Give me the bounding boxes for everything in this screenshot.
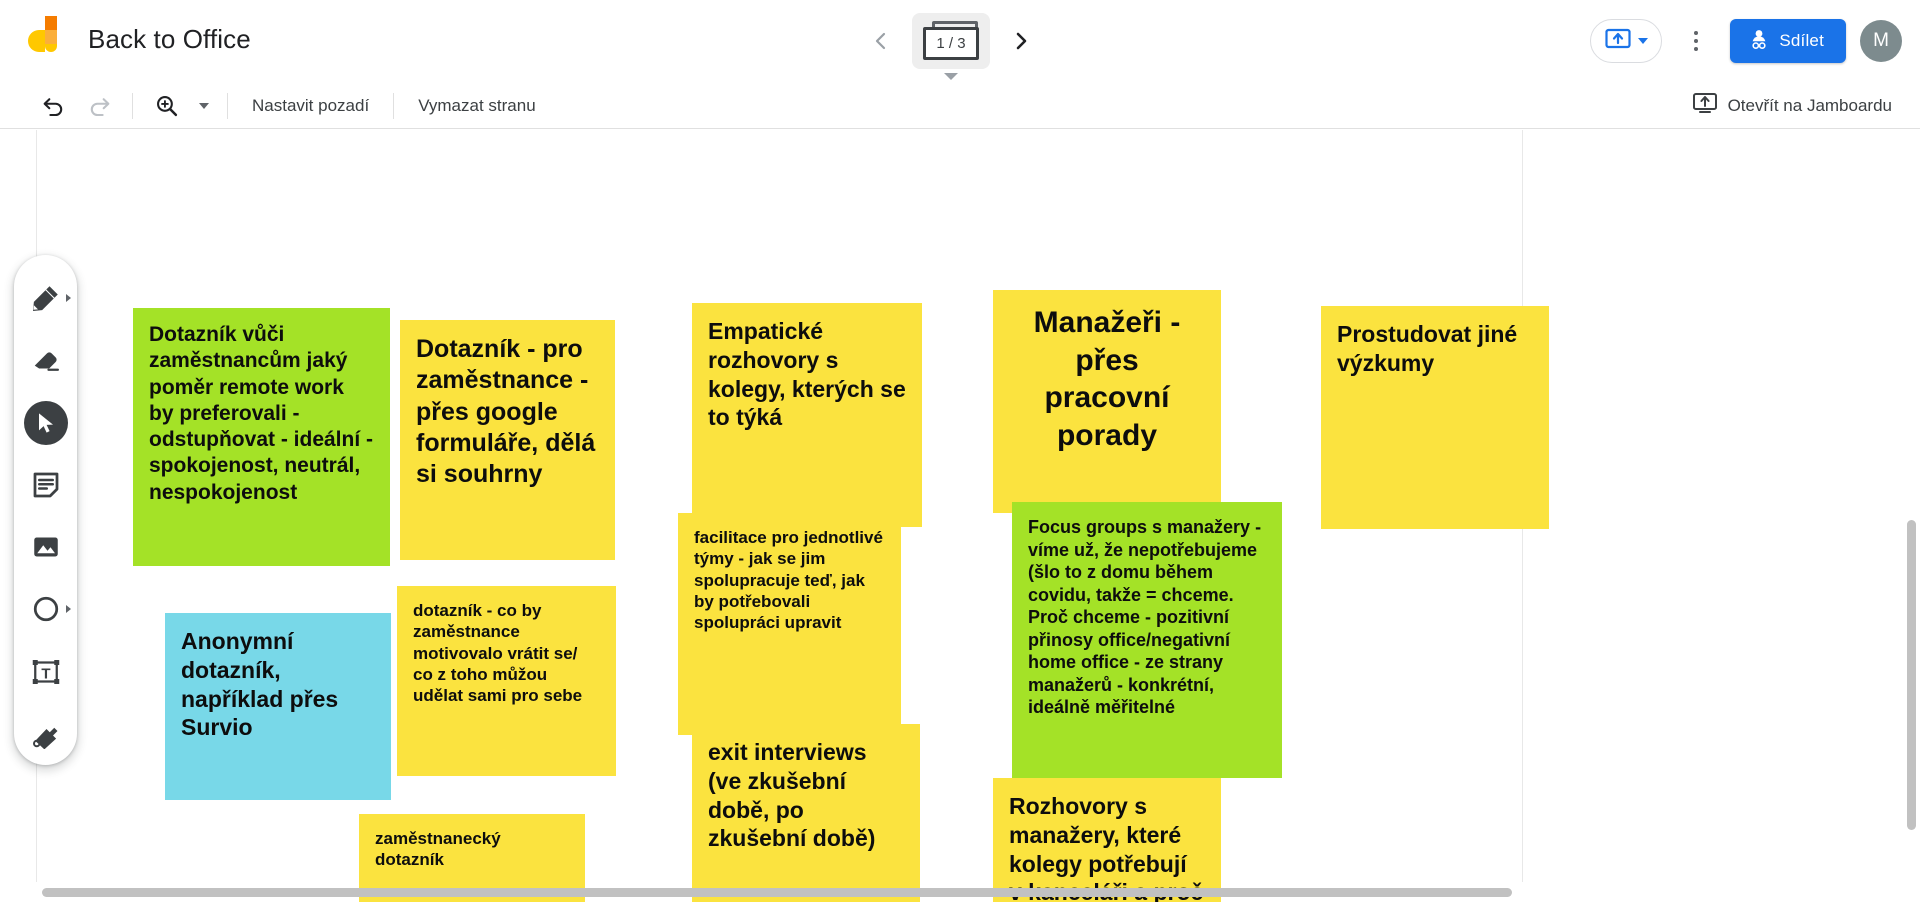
sticky-note-text: Focus groups s manažery - víme už, že ne… bbox=[1028, 517, 1262, 717]
note-prostudovat-jine-vyzkumy[interactable]: Prostudovat jiné výzkumy bbox=[1321, 306, 1549, 529]
cursor-arrow-icon bbox=[23, 400, 68, 445]
more-options-button[interactable] bbox=[1676, 21, 1716, 61]
note-dotaznik-pro-zamestnance[interactable]: Dotazník - pro zaměstnance - přes google… bbox=[400, 320, 615, 560]
sticky-note-text: Dotazník vůči zaměstnancům jaký poměr re… bbox=[149, 323, 373, 504]
note-facilitace-pro-tymy[interactable]: facilitace pro jednotlivé týmy - jak se … bbox=[678, 513, 901, 735]
open-in-jamboard-label: Otevřít na Jamboardu bbox=[1727, 95, 1892, 115]
note-exit-interviews[interactable]: exit interviews (ve zkušební době, po zk… bbox=[692, 724, 920, 902]
sticky-note-text: dotazník - co by zaměstnance motivovalo … bbox=[413, 601, 583, 705]
image-icon bbox=[29, 530, 63, 564]
present-button[interactable] bbox=[1590, 19, 1663, 63]
zoom-dropdown-button[interactable] bbox=[189, 86, 217, 126]
note-rozhovory-s-manazery[interactable]: Rozhovory s manažery, které kolegy potře… bbox=[993, 778, 1221, 902]
sticky-note-text: Manažeři - přes pracovní porady bbox=[1033, 306, 1181, 452]
avatar[interactable]: M bbox=[1860, 20, 1902, 62]
note-anonymni-dotaznik-survio[interactable]: Anonymní dotazník, například přes Survio bbox=[165, 613, 391, 800]
more-vertical-icon bbox=[1694, 31, 1699, 35]
sticky-note-text: Rozhovory s manažery, které kolegy potře… bbox=[1009, 793, 1203, 902]
jam-canvas-area[interactable]: Dotazník vůči zaměstnancům jaký poměr re… bbox=[0, 130, 1920, 902]
pen-icon bbox=[29, 281, 63, 315]
sticky-note-text: Anonymní dotazník, například přes Survio bbox=[181, 628, 339, 741]
present-screen-icon bbox=[1605, 28, 1631, 55]
chevron-right-icon bbox=[65, 294, 71, 303]
sticky-note-icon bbox=[29, 468, 63, 502]
share-button[interactable]: Sdílet bbox=[1730, 19, 1846, 63]
select-tool[interactable] bbox=[20, 392, 72, 454]
sticky-note-text: Prostudovat jiné výzkumy bbox=[1337, 321, 1518, 376]
sticky-note-text: facilitace pro jednotlivé týmy - jak se … bbox=[694, 528, 883, 632]
toolbar-divider bbox=[227, 92, 228, 119]
sticky-note-text: Dotazník - pro zaměstnance - přes google… bbox=[416, 335, 596, 488]
chevron-down-icon bbox=[944, 73, 958, 80]
frame-navigation: 1 / 3 bbox=[860, 8, 1042, 80]
horizontal-scrollbar[interactable] bbox=[42, 888, 1512, 897]
next-frame-button[interactable] bbox=[1000, 20, 1042, 62]
zoom-button[interactable] bbox=[143, 86, 189, 126]
jamboard-logo-icon bbox=[28, 14, 74, 68]
note-dotaznik-vuci-zamestnancum[interactable]: Dotazník vůči zaměstnancům jaký poměr re… bbox=[133, 308, 390, 566]
page-title[interactable]: Back to Office bbox=[88, 24, 251, 55]
vertical-scrollbar[interactable] bbox=[1907, 520, 1916, 830]
pen-tool[interactable] bbox=[20, 267, 72, 329]
clear-frame-button[interactable]: Vymazat stranu bbox=[404, 89, 549, 123]
frame-counter: 1 / 3 bbox=[923, 27, 979, 60]
image-tool[interactable] bbox=[20, 516, 72, 578]
toolbar-divider bbox=[132, 92, 133, 119]
previous-frame-button[interactable] bbox=[860, 20, 902, 62]
set-background-button[interactable]: Nastavit pozadí bbox=[238, 89, 383, 123]
open-in-jamboard-button[interactable]: Otevřít na Jamboardu bbox=[1692, 82, 1892, 129]
note-empaticke-rozhovory[interactable]: Empatické rozhovory s kolegy, kterých se… bbox=[692, 303, 922, 527]
top-app-bar: Back to Office 1 / 3 Sdílet M bbox=[0, 0, 1920, 82]
laser-pointer-tool[interactable] bbox=[20, 703, 72, 765]
tool-rail: T bbox=[14, 255, 77, 765]
jam-frame-surface[interactable]: Dotazník vůči zaměstnancům jaký poměr re… bbox=[36, 130, 1549, 902]
laser-pointer-icon bbox=[29, 717, 63, 751]
text-box-tool[interactable]: T bbox=[20, 641, 72, 703]
chevron-down-icon bbox=[199, 102, 209, 109]
undo-button[interactable] bbox=[30, 86, 76, 126]
note-manazeri-pracovni-porady[interactable]: Manažeři - přes pracovní porady bbox=[993, 290, 1221, 513]
chevron-down-icon bbox=[1638, 38, 1649, 44]
avatar-initial: M bbox=[1873, 30, 1889, 51]
note-focus-groups-manazery[interactable]: Focus groups s manažery - víme už, že ne… bbox=[1012, 502, 1282, 778]
redo-button[interactable] bbox=[76, 86, 122, 126]
top-bar-actions: Sdílet M bbox=[1590, 10, 1902, 72]
shape-tool[interactable] bbox=[20, 578, 72, 640]
person-add-icon bbox=[1748, 28, 1770, 55]
circle-shape-icon bbox=[29, 592, 63, 626]
sticky-note-text: zaměstnanecký dotazník bbox=[375, 829, 501, 870]
sticky-note-tool[interactable] bbox=[20, 454, 72, 516]
eraser-icon bbox=[29, 343, 63, 377]
frame-selector-button[interactable]: 1 / 3 bbox=[912, 13, 990, 80]
note-dotaznik-co-by-zamestnance[interactable]: dotazník - co by zaměstnance motivovalo … bbox=[397, 586, 616, 776]
open-in-new-display-icon bbox=[1692, 91, 1718, 120]
eraser-tool[interactable] bbox=[20, 329, 72, 391]
chevron-right-icon bbox=[65, 605, 71, 614]
sticky-note-text: exit interviews (ve zkušební době, po zk… bbox=[708, 739, 876, 852]
share-button-label: Sdílet bbox=[1779, 31, 1824, 50]
secondary-toolbar: Nastavit pozadí Vymazat stranu Otevřít n… bbox=[0, 82, 1920, 129]
toolbar-divider bbox=[393, 92, 395, 119]
sticky-note-text: Empatické rozhovory s kolegy, kterých se… bbox=[708, 318, 906, 431]
text-box-icon: T bbox=[29, 655, 63, 689]
jamboard-app: Back to Office 1 / 3 Sdílet M Nastavit p… bbox=[0, 0, 1920, 902]
toolbar-left-group: Nastavit pozadí Vymazat stranu bbox=[30, 82, 550, 129]
svg-text:T: T bbox=[41, 665, 50, 682]
